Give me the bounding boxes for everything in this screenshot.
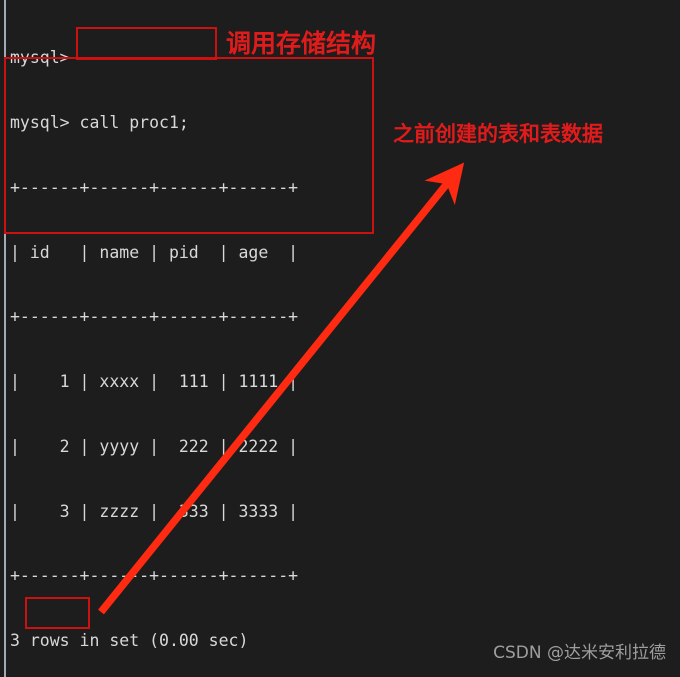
- terminal-screenshot: mysql> mysql> call proc1; +------+------…: [0, 0, 680, 677]
- csdn-watermark: CSDN @达米安利拉德: [493, 643, 666, 663]
- annotation-arrow: [98, 162, 465, 615]
